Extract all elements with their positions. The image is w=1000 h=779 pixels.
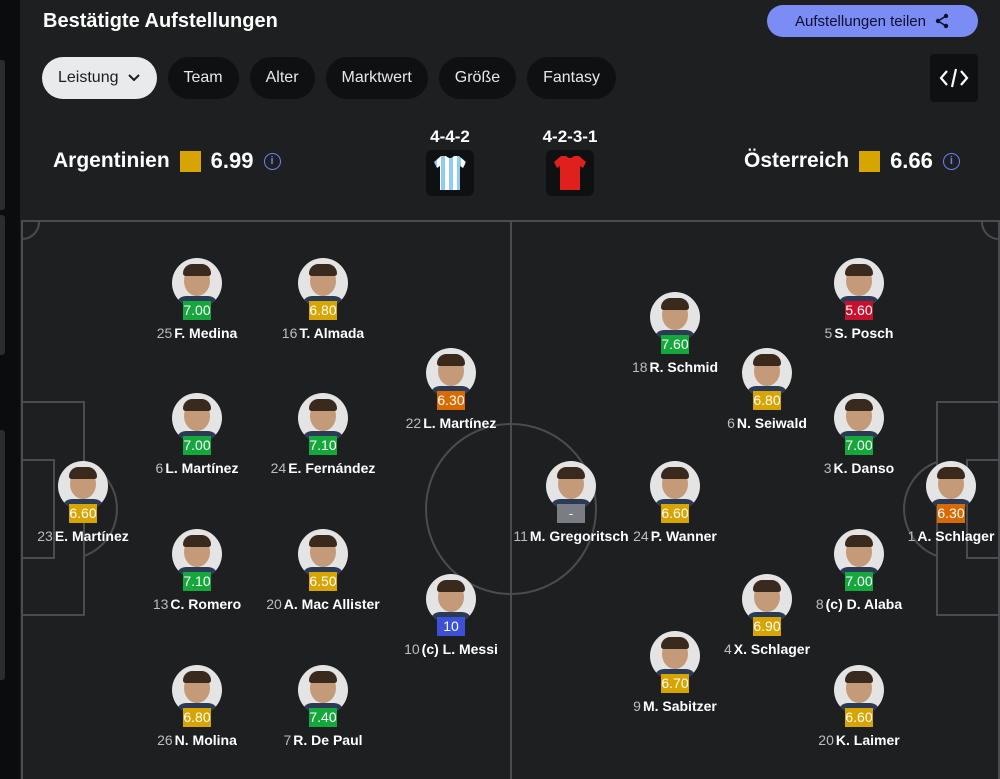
player-card[interactable]: 5.60 5 S. Posch <box>789 258 929 341</box>
player-name: 9 M. Sabitzer <box>633 698 717 714</box>
player-name: 25 F. Medina <box>156 325 238 341</box>
player-rating-badge: 10 <box>437 617 465 636</box>
player-rating-badge: 6.90 <box>753 617 781 636</box>
player-name: 7 R. De Paul <box>283 732 363 748</box>
player-rating-badge: 6.60 <box>845 708 873 727</box>
player-name: 20 A. Mac Allister <box>266 596 380 612</box>
player-rating-badge: 6.70 <box>661 674 689 693</box>
player-name: 24 E. Fernández <box>270 460 376 476</box>
player-rating-badge: 6.30 <box>937 504 965 523</box>
player-rating-badge: 7.00 <box>845 572 873 591</box>
player-rating-badge: 6.80 <box>183 708 211 727</box>
player-card[interactable]: 6.30 22 L. Martínez <box>381 348 521 431</box>
player-rating-badge: 6.60 <box>661 504 689 523</box>
player-card[interactable]: 7.10 13 C. Romero <box>127 529 267 612</box>
player-card[interactable]: 7.10 24 E. Fernández <box>253 393 393 476</box>
player-rating-badge: 7.00 <box>183 436 211 455</box>
player-rating-badge: 7.00 <box>845 436 873 455</box>
player-card[interactable]: 6.80 26 N. Molina <box>127 665 267 748</box>
player-rating-badge: 6.30 <box>437 391 465 410</box>
player-rating-badge: 7.10 <box>309 436 337 455</box>
player-name: 20 K. Laimer <box>818 732 900 748</box>
player-rating-badge: 7.10 <box>183 572 211 591</box>
player-rating-badge: 7.60 <box>661 335 689 354</box>
player-card[interactable]: 6.70 9 M. Sabitzer <box>605 631 745 714</box>
player-rating-badge: 6.80 <box>753 391 781 410</box>
player-name: 1 A. Schlager <box>907 528 995 544</box>
player-name: 5 S. Posch <box>824 325 894 341</box>
player-name: 26 N. Molina <box>157 732 237 748</box>
player-rating-badge: 6.80 <box>309 301 337 320</box>
player-card[interactable]: 6.80 16 T. Almada <box>253 258 393 341</box>
player-rating-badge: 6.60 <box>69 504 97 523</box>
player-rating-badge: 7.00 <box>183 301 211 320</box>
player-rating-badge: - <box>557 504 585 523</box>
player-card[interactable]: 6.60 20 K. Laimer <box>789 665 929 748</box>
player-name: 24 P. Wanner <box>633 528 717 544</box>
player-rating-badge: 7.40 <box>309 708 337 727</box>
player-card[interactable]: 6.30 1 A. Schlager <box>881 461 1000 544</box>
player-card[interactable]: 6.60 24 P. Wanner <box>605 461 745 544</box>
player-rating-badge: 6.50 <box>309 572 337 591</box>
player-card[interactable]: 7.00 25 F. Medina <box>127 258 267 341</box>
player-card[interactable]: 6.50 20 A. Mac Allister <box>253 529 393 612</box>
player-rating-badge: 5.60 <box>845 301 873 320</box>
player-card[interactable]: 7.40 7 R. De Paul <box>253 665 393 748</box>
player-card[interactable]: 10 10 (c) L. Messi <box>381 574 521 657</box>
player-name: 16 T. Almada <box>281 325 365 341</box>
player-name: 10 (c) L. Messi <box>404 641 498 657</box>
player-name: 13 C. Romero <box>152 596 242 612</box>
player-name: 22 L. Martínez <box>405 415 497 431</box>
player-name: 8 (c) D. Alaba <box>815 596 903 612</box>
